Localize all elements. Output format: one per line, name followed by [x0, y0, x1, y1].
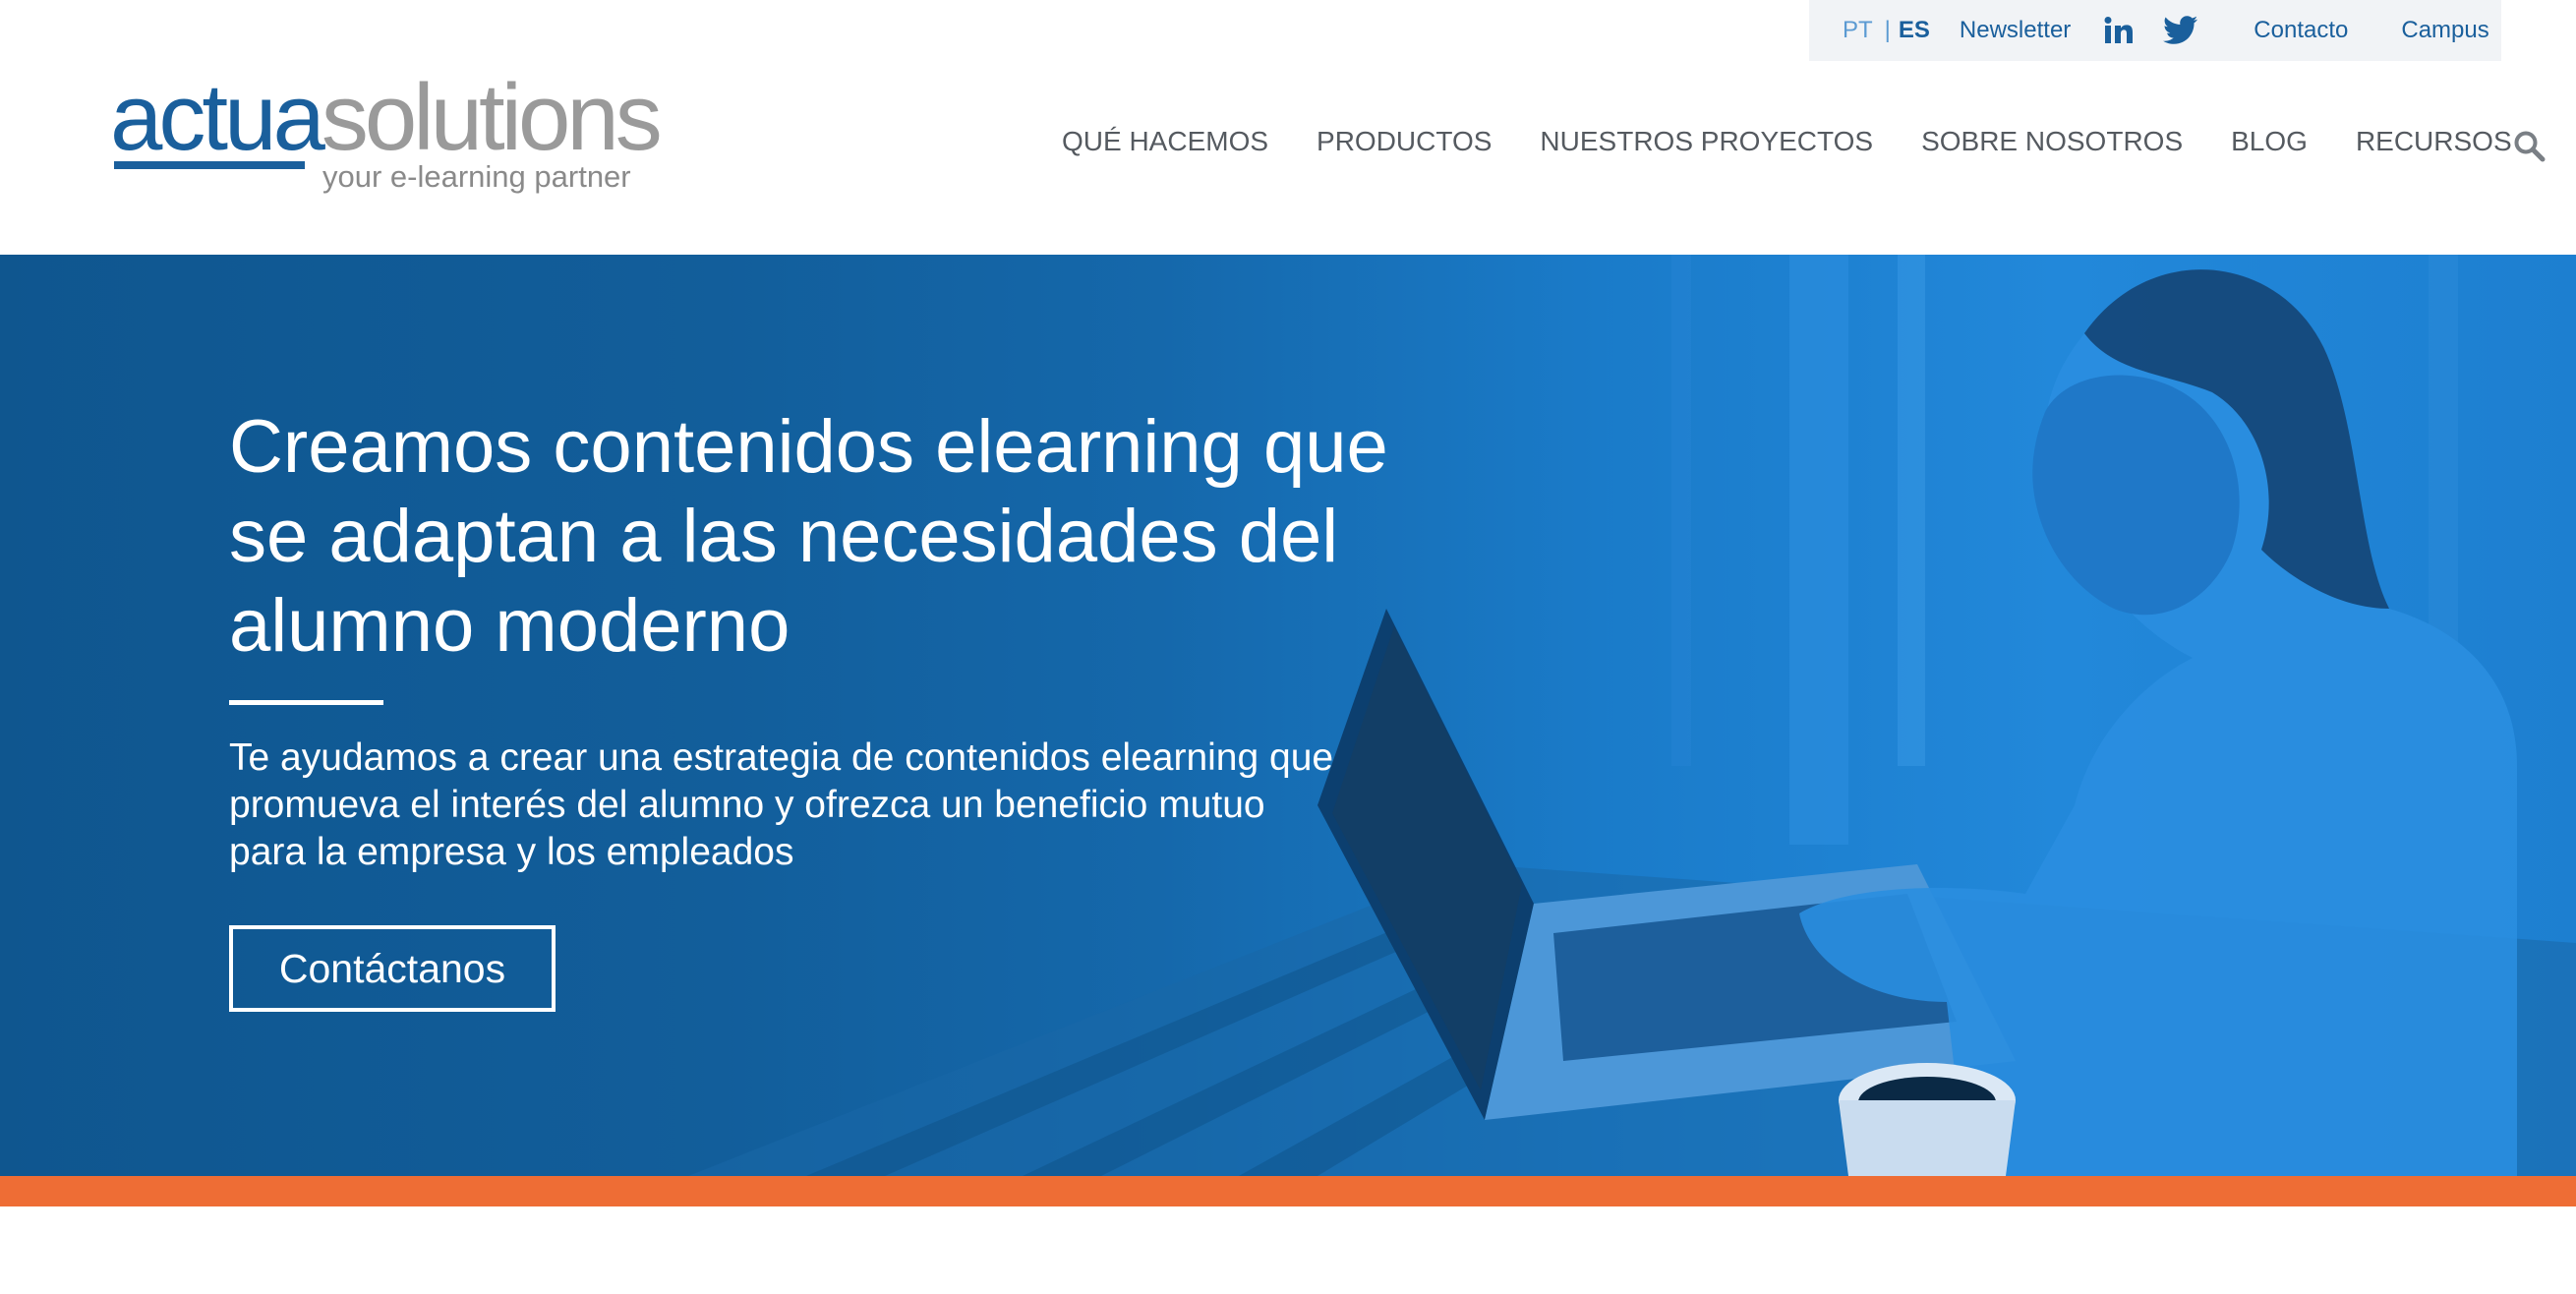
twitter-icon[interactable] — [2163, 16, 2198, 45]
search-icon[interactable] — [2513, 130, 2547, 163]
site-logo[interactable]: actuasolutions your e-learning partner — [110, 71, 663, 201]
nav-item-recursos[interactable]: RECURSOS — [2356, 126, 2512, 157]
main-nav: QUÉ HACEMOS PRODUCTOS NUESTROS PROYECTOS… — [1062, 126, 2560, 162]
hero-divider — [229, 700, 383, 705]
logo-tagline: your e-learning partner — [322, 159, 631, 194]
logo-wordmark: actuasolutions — [110, 71, 663, 165]
logo-word-solutions: solutions — [321, 65, 663, 170]
hero-title: Creamos contenidos elearning que se adap… — [229, 405, 1388, 668]
logo-underline — [114, 161, 305, 169]
hero-subtitle: Te ayudamos a crear una estrategia de co… — [229, 736, 1334, 873]
newsletter-link[interactable]: Newsletter — [1960, 17, 2071, 44]
nav-item-productos[interactable]: PRODUCTOS — [1317, 126, 1492, 157]
nav-item-que-hacemos[interactable]: QUÉ HACEMOS — [1062, 126, 1268, 157]
contacto-link[interactable]: Contacto — [2254, 17, 2348, 44]
hero-content: Creamos contenidos elearning que se adap… — [229, 402, 1507, 1012]
logo-word-actua: actua — [110, 65, 325, 170]
lang-es-link[interactable]: ES — [1899, 17, 1930, 44]
hero-banner: Creamos contenidos elearning que se adap… — [0, 255, 2576, 1176]
utility-bar: PT | ES Newsletter Contacto Campus — [1809, 0, 2501, 61]
contact-us-button[interactable]: Contáctanos — [229, 925, 556, 1012]
accent-band — [0, 1176, 2576, 1206]
linkedin-icon[interactable] — [2104, 17, 2134, 44]
lang-pt-link[interactable]: PT — [1843, 17, 1873, 44]
nav-item-nuestros-proyectos[interactable]: NUESTROS PROYECTOS — [1540, 126, 1873, 157]
campus-link[interactable]: Campus — [2401, 17, 2488, 44]
lang-separator: | — [1884, 17, 1891, 43]
language-switcher: PT | ES — [1843, 17, 1930, 44]
nav-item-sobre-nosotros[interactable]: SOBRE NOSOTROS — [1921, 126, 2183, 157]
nav-item-blog[interactable]: BLOG — [2231, 126, 2308, 157]
